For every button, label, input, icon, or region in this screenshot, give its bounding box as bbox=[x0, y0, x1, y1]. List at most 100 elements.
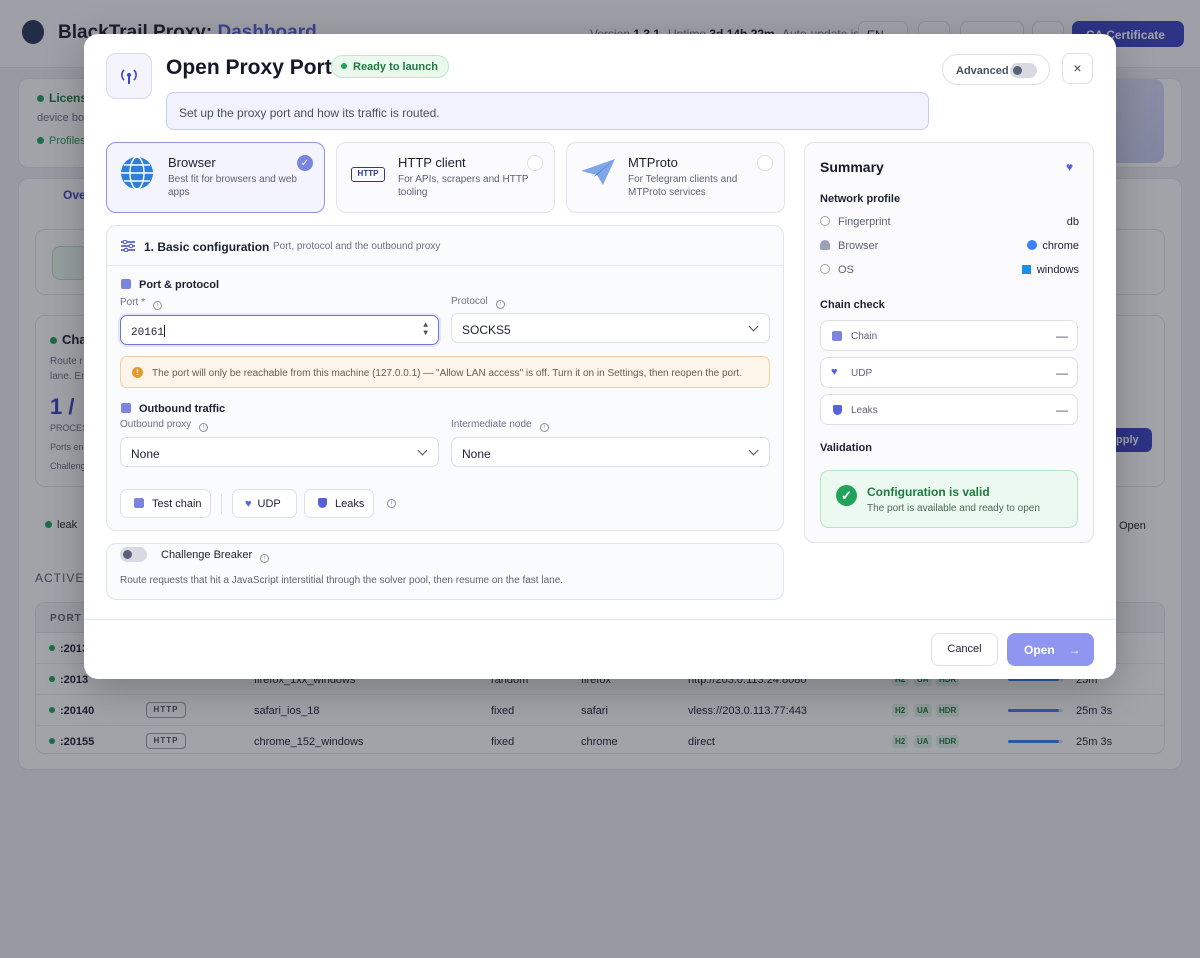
globe-icon bbox=[119, 155, 159, 195]
section-subtitle: Port, protocol and the outbound proxy bbox=[273, 241, 441, 252]
arrow-right-icon: → bbox=[1068, 643, 1081, 657]
validation-heading: Validation bbox=[820, 442, 872, 454]
check-label: UDP bbox=[851, 368, 873, 379]
check-label: Leaks bbox=[851, 405, 878, 416]
check-icon[interactable]: ✓ bbox=[297, 155, 313, 171]
basic-configuration-section: 1. Basic configuration Port, protocol an… bbox=[106, 225, 784, 531]
udp-label: UDP bbox=[257, 498, 281, 510]
radio-button[interactable] bbox=[757, 155, 773, 171]
chain-icon bbox=[134, 498, 144, 508]
antenna-icon bbox=[106, 53, 152, 99]
port-value: 20161 bbox=[131, 327, 165, 339]
outbound-label: Outbound proxy i bbox=[120, 419, 209, 432]
advanced-toggle[interactable]: Advanced bbox=[942, 54, 1050, 85]
http-icon: HTTP bbox=[349, 155, 389, 195]
leaks-button[interactable]: Leaks bbox=[304, 489, 374, 518]
summary-panel: Summary ♥ Network profile Fingerprint db … bbox=[804, 142, 1094, 543]
intermediate-label-text: Intermediate node bbox=[451, 419, 532, 430]
chevron-down-icon bbox=[748, 321, 759, 332]
intermediate-value: None bbox=[462, 447, 491, 461]
challenge-desc: Route requests that hit a JavaScript int… bbox=[120, 575, 564, 586]
browser-value: chrome bbox=[1027, 240, 1079, 252]
open-button[interactable]: Open → bbox=[1007, 633, 1094, 666]
heart-pulse-icon: ♥ bbox=[1066, 160, 1074, 174]
advanced-switch[interactable] bbox=[1010, 63, 1037, 78]
section-title: 1. Basic configuration bbox=[144, 240, 270, 254]
udp-button[interactable]: ♥ UDP bbox=[232, 489, 297, 518]
validation-result: ✓ Configuration is valid The port is ava… bbox=[820, 470, 1078, 528]
type-card-mtproto[interactable]: MTProto For Telegram clients and MTProto… bbox=[566, 142, 785, 213]
port-label-text: Port * bbox=[120, 297, 146, 308]
footer-divider bbox=[84, 619, 1116, 620]
type-desc: For APIs, scrapers and HTTP tooling bbox=[398, 174, 529, 198]
info-icon[interactable]: i bbox=[539, 423, 549, 432]
info-icon[interactable]: i bbox=[260, 554, 270, 563]
protocol-label-text: Protocol bbox=[451, 296, 488, 307]
test-chain-button[interactable]: Test chain bbox=[120, 489, 211, 518]
user-icon bbox=[820, 240, 830, 250]
info-icon[interactable]: i bbox=[199, 423, 209, 432]
warning-text: The port will only be reachable from thi… bbox=[152, 368, 742, 379]
port-label: Port * i bbox=[120, 297, 163, 310]
info-icon[interactable]: i bbox=[153, 301, 163, 310]
info-icon[interactable]: i bbox=[387, 499, 396, 508]
type-title: HTTP client bbox=[398, 155, 466, 170]
os-row: OS windows bbox=[820, 264, 1079, 276]
check-value: — bbox=[1056, 329, 1068, 343]
status-badge-text: Ready to launch bbox=[353, 61, 438, 73]
cancel-button[interactable]: Cancel bbox=[931, 633, 998, 666]
radio-button[interactable] bbox=[527, 155, 543, 171]
windows-icon bbox=[1021, 265, 1031, 274]
dialog-subtitle: Set up the proxy port and how its traffi… bbox=[166, 92, 929, 130]
valid-title: Configuration is valid bbox=[867, 485, 990, 499]
browser-value-text: chrome bbox=[1042, 240, 1079, 252]
port-protocol-heading: Port & protocol bbox=[139, 279, 220, 291]
port-input[interactable]: 20161 ▲ ▼ bbox=[120, 315, 439, 345]
challenge-breaker-toggle[interactable] bbox=[120, 547, 147, 562]
fingerprint-value: db bbox=[1066, 216, 1079, 228]
type-card-http-client[interactable]: HTTP HTTP client For APIs, scrapers and … bbox=[336, 142, 555, 213]
open-proxy-port-dialog: Open Proxy Port Ready to launch Advanced… bbox=[84, 34, 1116, 679]
check-value: — bbox=[1056, 366, 1068, 380]
heart-pulse-icon: ♥ bbox=[245, 498, 252, 510]
leaks-label: Leaks bbox=[335, 498, 365, 510]
os-value-text: windows bbox=[1036, 264, 1079, 276]
protocol-label: Protocol i bbox=[451, 296, 505, 309]
status-badge: Ready to launch bbox=[331, 55, 449, 78]
warning-icon: ! bbox=[132, 367, 143, 378]
type-desc: Best fit for browsers and web apps bbox=[168, 174, 297, 198]
route-icon bbox=[121, 403, 131, 413]
fingerprint-icon bbox=[820, 216, 830, 226]
chevron-down-icon bbox=[748, 445, 759, 456]
stepper-icon[interactable]: ▲ ▼ bbox=[423, 322, 428, 338]
shield-icon bbox=[318, 498, 327, 508]
check-label: Chain bbox=[851, 331, 878, 342]
check-value: — bbox=[1056, 403, 1068, 417]
sliders-icon bbox=[121, 239, 135, 257]
chain-check-row: Chain — bbox=[820, 320, 1078, 351]
globe-icon bbox=[820, 264, 830, 274]
chevron-down-icon bbox=[417, 445, 428, 456]
outbound-proxy-select[interactable]: None bbox=[120, 437, 439, 467]
valid-desc: The port is available and ready to open bbox=[867, 503, 1040, 514]
summary-title: Summary bbox=[820, 159, 884, 175]
os-label: OS bbox=[838, 264, 854, 276]
paper-plane-icon bbox=[579, 155, 619, 195]
divider bbox=[221, 494, 222, 514]
http-badge: HTTP bbox=[351, 167, 385, 182]
type-desc: For Telegram clients and MTProto service… bbox=[628, 174, 738, 198]
dialog-title: Open Proxy Port bbox=[166, 56, 332, 79]
protocol-select[interactable]: SOCKS5 bbox=[451, 313, 770, 343]
fingerprint-row: Fingerprint db bbox=[820, 216, 1079, 228]
close-button[interactable]: × bbox=[1062, 53, 1093, 84]
nodes-icon bbox=[121, 279, 131, 289]
lan-warning: ! The port will only be reachable from t… bbox=[120, 356, 770, 388]
test-chain-label: Test chain bbox=[152, 498, 202, 510]
advanced-label: Advanced bbox=[956, 65, 1009, 77]
type-title: MTProto bbox=[628, 155, 678, 170]
info-icon[interactable]: i bbox=[495, 300, 505, 309]
outbound-value: None bbox=[131, 447, 160, 461]
network-profile-heading: Network profile bbox=[820, 193, 901, 205]
intermediate-node-select[interactable]: None bbox=[451, 437, 770, 467]
type-card-browser[interactable]: Browser Best fit for browsers and web ap… bbox=[106, 142, 325, 213]
